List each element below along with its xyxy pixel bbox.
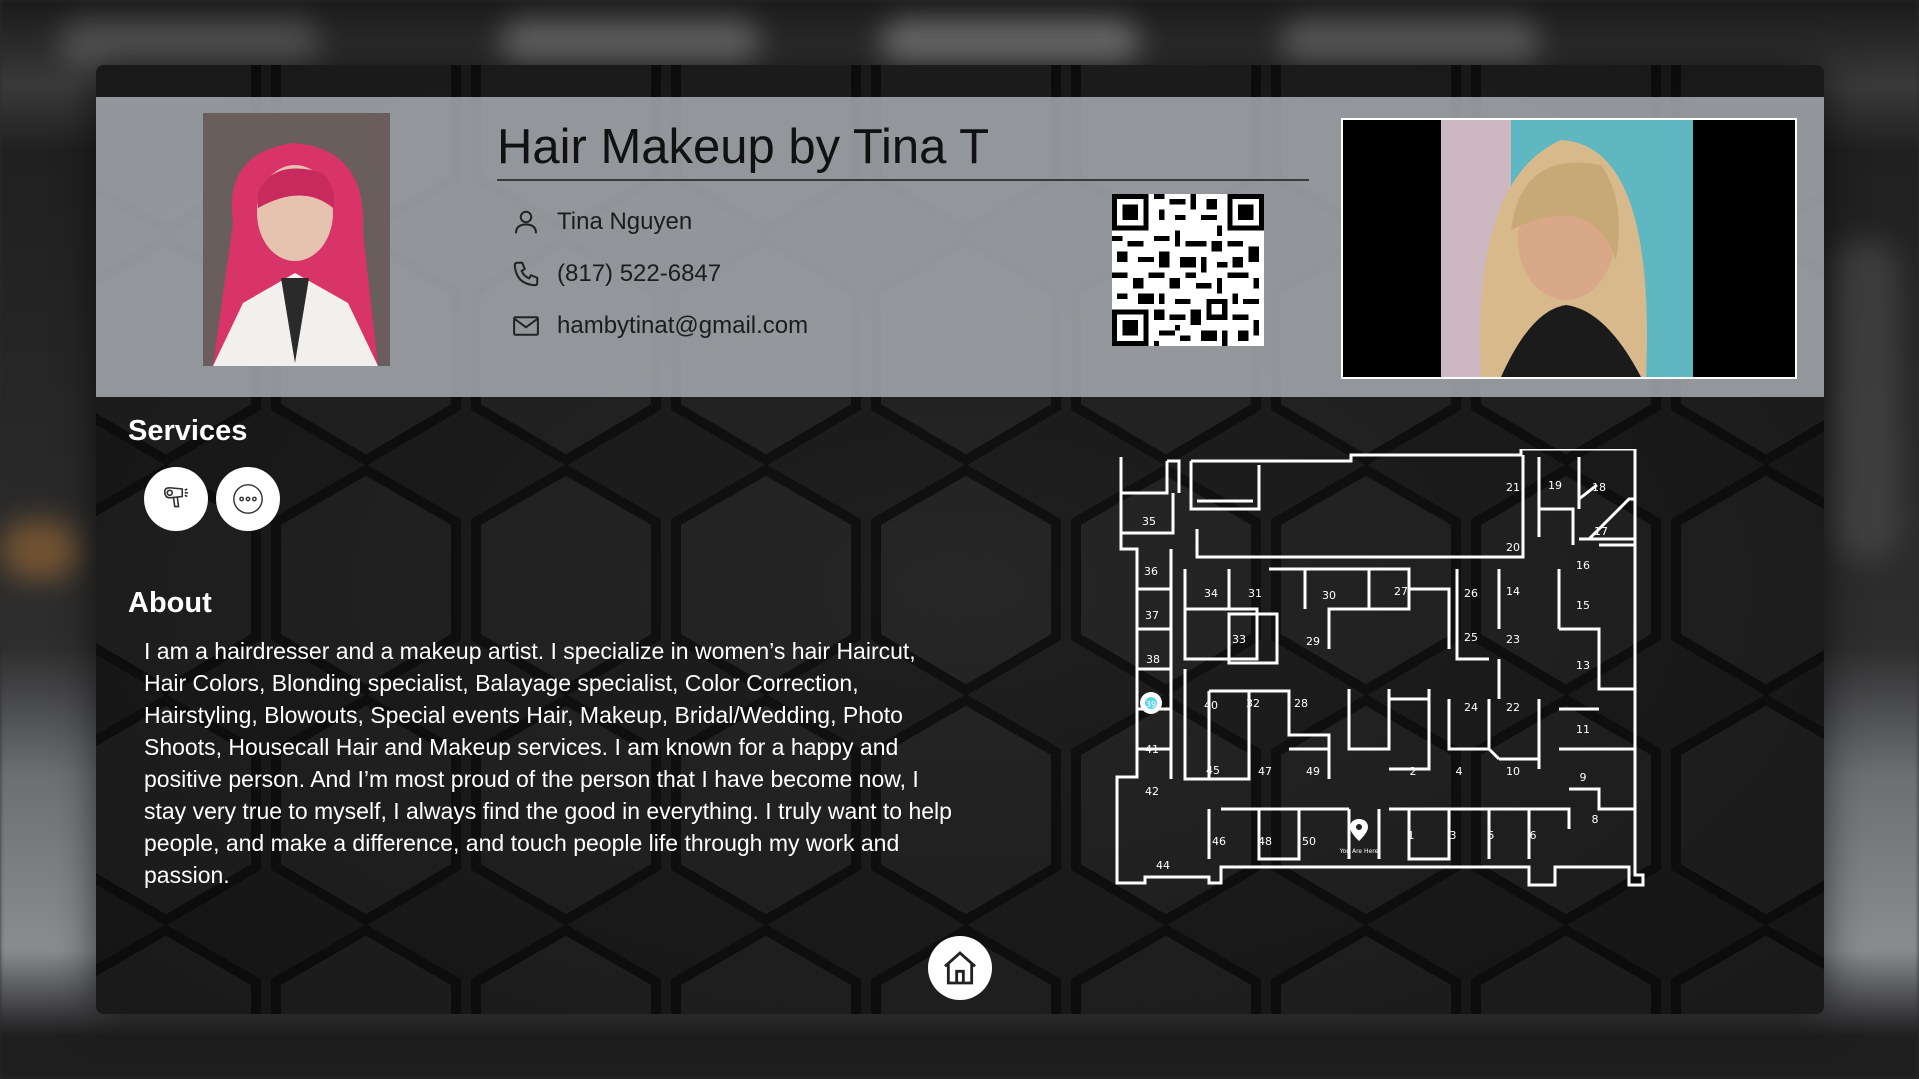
svg-text:4: 4 — [1456, 765, 1463, 778]
service-hair-dryer-button[interactable] — [144, 467, 208, 531]
svg-text:14: 14 — [1506, 585, 1520, 598]
about-text: I am a hairdresser and a makeup artist. … — [144, 638, 952, 888]
service-more-button[interactable] — [216, 467, 280, 531]
profile-card: Hair Makeup by Tina T Tina Nguyen (817) … — [96, 65, 1824, 1014]
about-heading: About — [128, 587, 212, 619]
svg-text:46: 46 — [1212, 835, 1226, 848]
svg-text:9: 9 — [1580, 771, 1587, 784]
svg-text:27: 27 — [1394, 585, 1408, 598]
svg-text:36: 36 — [1144, 565, 1158, 578]
svg-text:30: 30 — [1322, 589, 1336, 602]
person-icon — [515, 210, 537, 234]
contact-phone[interactable]: (817) 522-6847 — [557, 260, 721, 288]
contact-name: Tina Nguyen — [557, 208, 693, 235]
svg-text:5: 5 — [1488, 829, 1495, 842]
svg-text:47: 47 — [1258, 765, 1272, 778]
svg-text:18: 18 — [1592, 481, 1606, 494]
svg-text:19: 19 — [1548, 479, 1562, 492]
video-player[interactable] — [1341, 118, 1797, 379]
svg-text:35: 35 — [1142, 515, 1156, 528]
floor-plan-map[interactable]: 353637 384142 444045 4634 31 30 2733 2932 2… — [1109, 449, 1645, 895]
svg-text:1: 1 — [1408, 829, 1415, 842]
contact-name-row: Tina Nguyen — [511, 207, 692, 237]
svg-text:25: 25 — [1464, 631, 1478, 644]
svg-text:41: 41 — [1145, 743, 1159, 756]
svg-text:You Are Here: You Are Here — [1339, 848, 1379, 855]
svg-text:16: 16 — [1576, 559, 1590, 572]
svg-text:21: 21 — [1506, 481, 1520, 494]
svg-text:15: 15 — [1576, 599, 1590, 612]
home-icon — [944, 951, 976, 985]
svg-text:39: 39 — [1146, 700, 1156, 709]
contact-email[interactable]: hambytinat@gmail.com — [557, 312, 808, 340]
profile-photo — [203, 113, 390, 366]
svg-text:10: 10 — [1506, 765, 1520, 778]
svg-text:42: 42 — [1145, 785, 1159, 798]
svg-text:3: 3 — [1450, 829, 1457, 842]
hair-dryer-icon — [163, 486, 188, 508]
svg-text:20: 20 — [1506, 541, 1520, 554]
svg-text:50: 50 — [1302, 835, 1316, 848]
contact-phone-row[interactable]: (817) 522-6847 — [511, 259, 721, 289]
svg-text:28: 28 — [1294, 697, 1308, 710]
video-frame — [1441, 120, 1693, 377]
profile-header: Hair Makeup by Tina T Tina Nguyen (817) … — [96, 97, 1824, 397]
svg-text:33: 33 — [1232, 633, 1246, 646]
svg-text:37: 37 — [1145, 609, 1159, 622]
svg-text:24: 24 — [1464, 701, 1478, 714]
svg-text:26: 26 — [1464, 587, 1478, 600]
contact-email-row[interactable]: hambytinat@gmail.com — [511, 311, 808, 341]
svg-text:31: 31 — [1248, 587, 1262, 600]
svg-text:2: 2 — [1410, 765, 1417, 778]
mail-icon — [513, 316, 539, 336]
svg-text:45: 45 — [1206, 764, 1220, 777]
phone-icon — [513, 261, 539, 287]
svg-text:49: 49 — [1306, 765, 1320, 778]
svg-text:48: 48 — [1258, 835, 1272, 848]
svg-text:22: 22 — [1506, 701, 1520, 714]
svg-text:17: 17 — [1594, 525, 1608, 538]
svg-text:34: 34 — [1204, 587, 1218, 600]
more-dots-icon — [233, 484, 263, 514]
svg-text:6: 6 — [1530, 829, 1537, 842]
svg-text:40: 40 — [1204, 699, 1218, 712]
svg-text:32: 32 — [1246, 697, 1260, 710]
home-button[interactable] — [928, 936, 992, 1000]
svg-text:8: 8 — [1592, 813, 1599, 826]
svg-text:11: 11 — [1576, 723, 1590, 736]
svg-text:23: 23 — [1506, 633, 1520, 646]
you-are-here-pin: You Are Here — [1339, 819, 1379, 855]
svg-text:44: 44 — [1156, 859, 1170, 872]
services-heading: Services — [128, 415, 248, 447]
svg-text:29: 29 — [1306, 635, 1320, 648]
svg-text:13: 13 — [1576, 659, 1590, 672]
qr-code[interactable] — [1112, 194, 1264, 346]
svg-text:38: 38 — [1146, 653, 1160, 666]
page-title: Hair Makeup by Tina T — [497, 117, 1309, 181]
